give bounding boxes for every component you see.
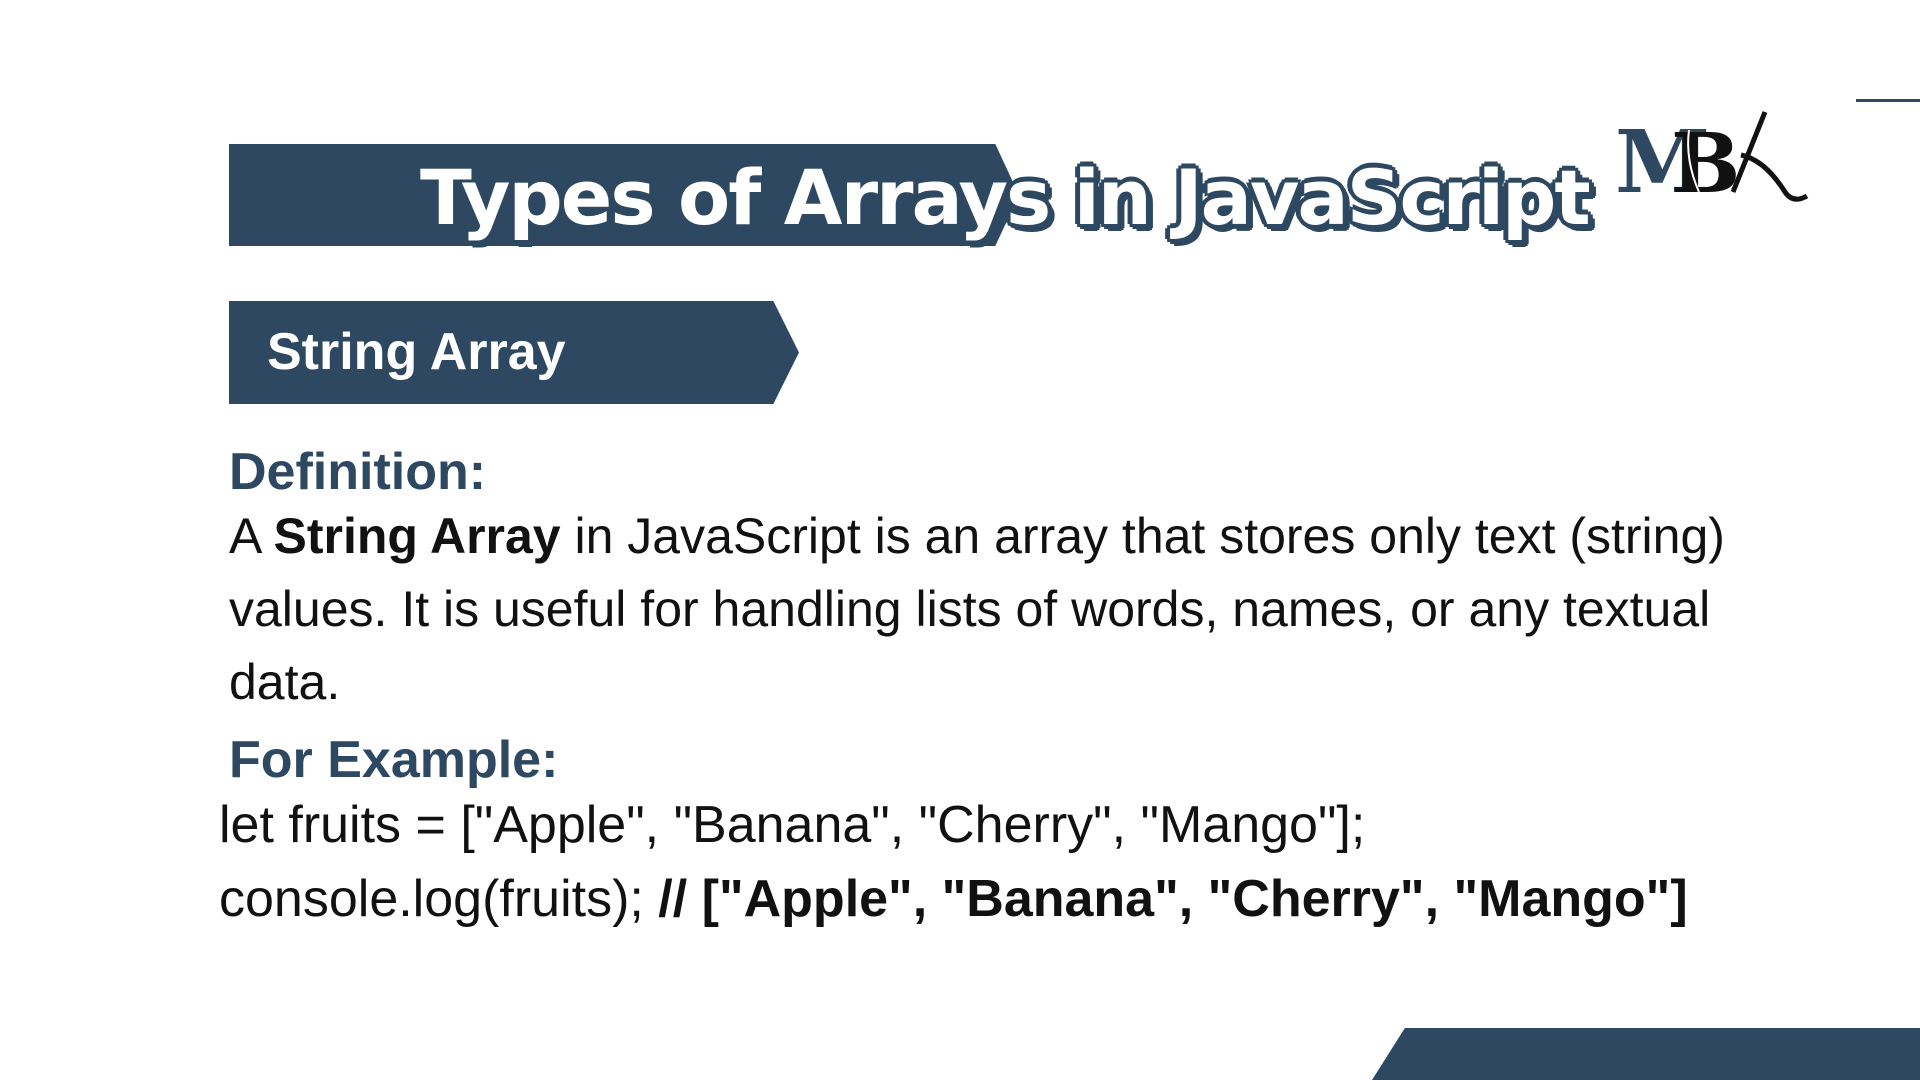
definition-heading: Definition: bbox=[229, 443, 487, 501]
code-line-2-comment: // ["Apple", "Banana", "Cherry", "Mango"… bbox=[658, 870, 1688, 928]
code-line-2: console.log(fruits); // ["Apple", "Banan… bbox=[219, 864, 1688, 934]
definition-bold-term: String Array bbox=[273, 508, 561, 564]
definition-prefix: A bbox=[229, 508, 274, 564]
example-heading: For Example: bbox=[229, 731, 559, 789]
svg-text:B: B bbox=[1671, 116, 1740, 210]
top-right-accent-line bbox=[1856, 99, 1920, 102]
code-line-1: let fruits = ["Apple", "Banana", "Cherry… bbox=[219, 796, 1366, 854]
section-tag-label: String Array bbox=[267, 323, 566, 381]
mbk-logo: M B bbox=[1615, 111, 1809, 210]
slide-title: Types of Arrays in JavaScript bbox=[420, 153, 1591, 242]
code-line-2-code: console.log(fruits); bbox=[219, 870, 659, 928]
definition-paragraph: A String Array in JavaScript is an array… bbox=[229, 500, 1829, 719]
bottom-right-accent-bar bbox=[1372, 1028, 1920, 1080]
